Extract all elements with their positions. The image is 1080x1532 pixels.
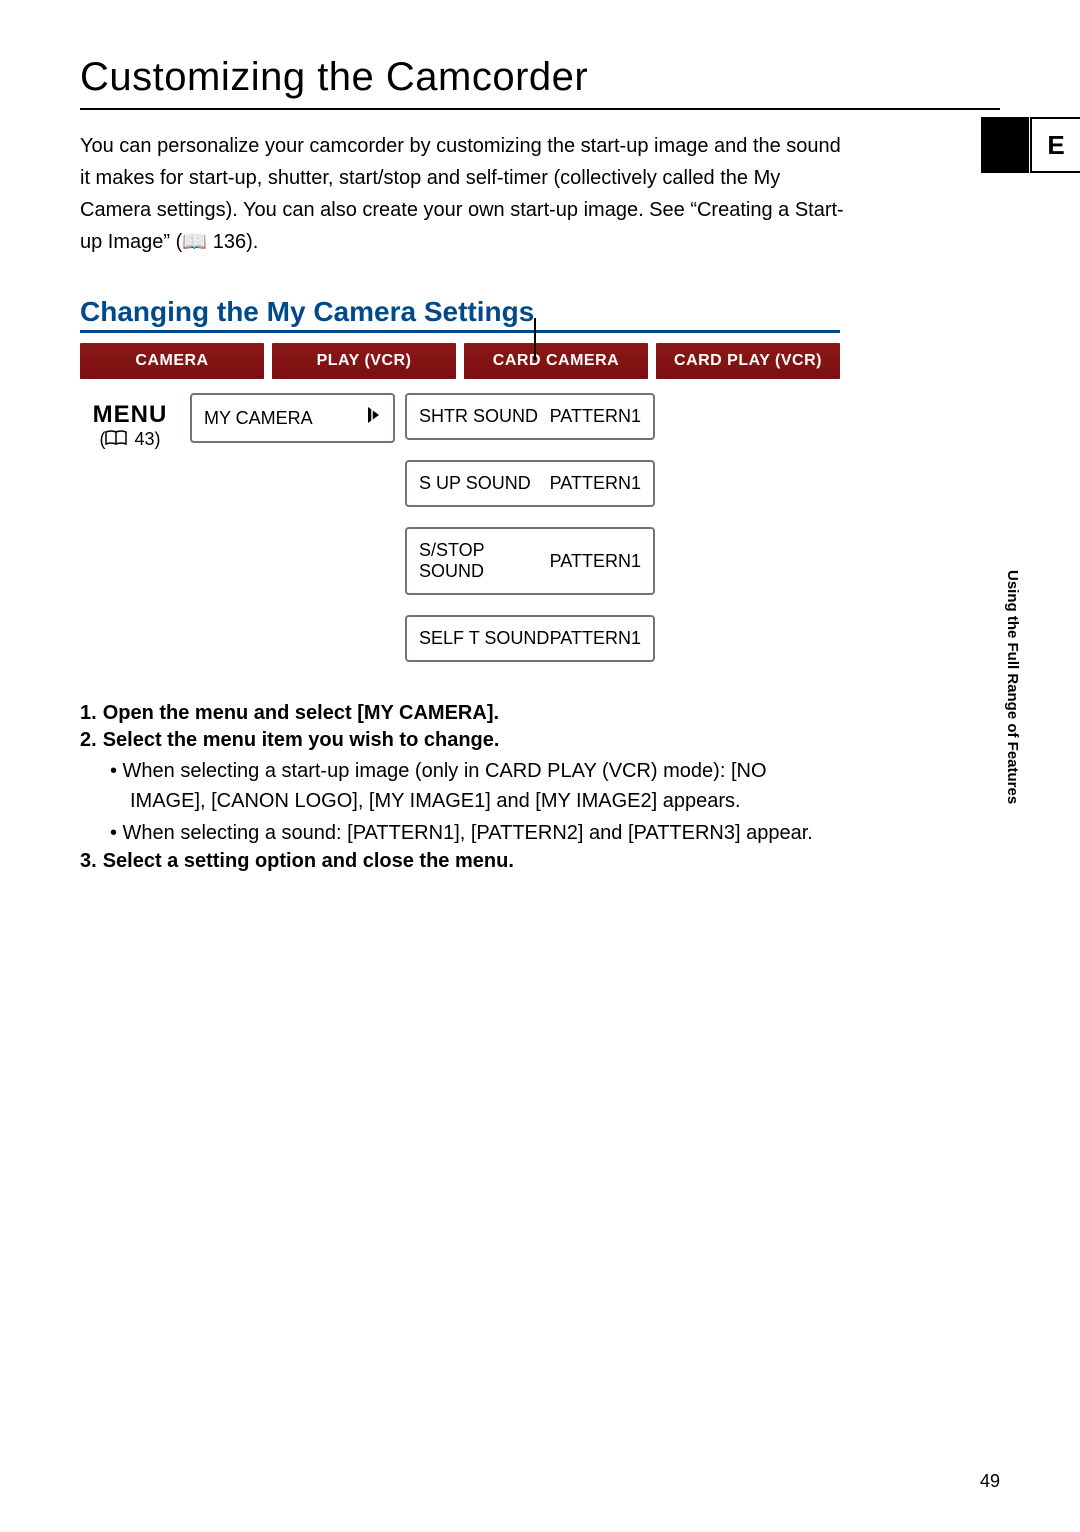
mode-card-camera: CARD CAMERA [464,343,648,379]
menu-page-num: 43 [134,429,154,449]
step-num: 1. [80,702,97,724]
menu-item-value: PATTERN1 [550,473,641,494]
menu-item-value: PATTERN1 [550,406,641,427]
chevron-right-icon [367,406,381,430]
menu-label: MENU [80,401,180,429]
step-text: Select the menu item you wish to change. [103,729,500,751]
menu-item-selft: SELF T SOUND PATTERN1 [405,615,655,662]
step-3: 3. Select a setting option and close the … [80,850,840,873]
book-icon [105,430,127,446]
mode-row: CAMERA PLAY (VCR) CARD CAMERA CARD PLAY … [80,343,840,379]
step-2: 2. Select the menu item you wish to chang… [80,729,840,752]
menu-item-sup: S UP SOUND PATTERN1 [405,460,655,507]
step-2b: • When selecting a sound: [PATTERN1], [P… [110,818,840,848]
mode-card-play-vcr: CARD PLAY (VCR) [656,343,840,379]
menu-item-shtr: SHTR SOUND PATTERN1 [405,393,655,440]
mode-play-vcr: PLAY (VCR) [272,343,456,379]
step-text: Select a setting option and close the me… [103,850,514,872]
section-heading: Changing the My Camera Settings [80,296,840,333]
menu-col1: MY CAMERA [190,393,395,682]
menu-item-sstop: S/STOP SOUND PATTERN1 [405,527,655,595]
step-num: 3. [80,850,97,872]
menu-my-camera: MY CAMERA [190,393,395,443]
menu-item-name: S/STOP SOUND [419,540,550,582]
menu-label-column: MENU ( 43) [80,393,180,682]
side-section-label: Using the Full Range of Features [990,570,1020,810]
language-e-tab: E [1030,117,1080,173]
step-num: 2. [80,729,97,751]
step-2a: • When selecting a start-up image (only … [110,756,840,816]
menu-page-ref: ( 43) [80,429,180,450]
page-number: 49 [980,1471,1000,1492]
mode-separator-line [534,318,536,360]
menu-item-name: SELF T SOUND [419,628,549,649]
page-title: Customizing the Camcorder [80,55,1000,110]
menu-area: MENU ( 43) MY CAMERA SHTR SOUND PATTERN1… [80,393,1000,682]
step-text: Open the menu and select [MY CAMERA]. [103,702,499,724]
intro-paragraph: You can personalize your camcorder by cu… [80,130,850,258]
menu-item-value: PATTERN1 [550,628,641,649]
menu-item-name: SHTR SOUND [419,406,538,427]
menu-col2: SHTR SOUND PATTERN1 S UP SOUND PATTERN1 … [405,393,655,682]
menu-item-name: S UP SOUND [419,473,531,494]
side-black-bar [981,117,1029,173]
step-1: 1. Open the menu and select [MY CAMERA]. [80,702,840,725]
menu-my-camera-label: MY CAMERA [204,408,313,429]
steps: 1.Open the menu and select [MY CAMERA]. … [80,702,840,873]
mode-camera: CAMERA [80,343,264,379]
menu-item-value: PATTERN1 [550,551,641,572]
